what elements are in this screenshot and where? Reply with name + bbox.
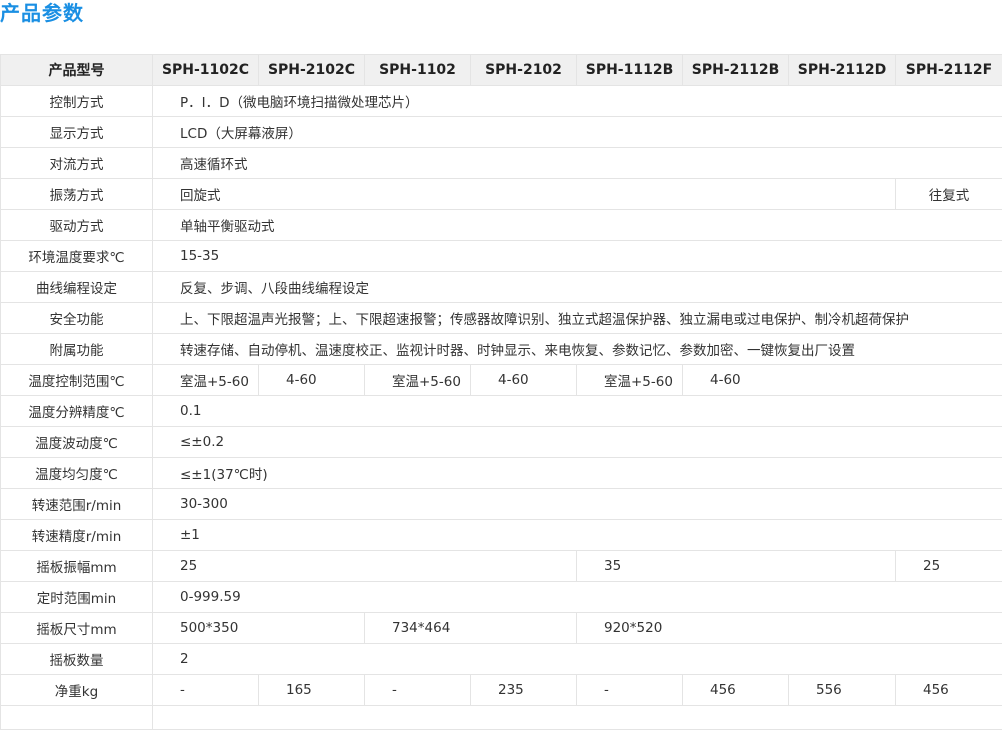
row-value: 25 — [896, 551, 1002, 582]
row-value: 4-60 — [683, 365, 1002, 396]
header-model: SPH-2112D — [789, 55, 896, 86]
page-title: 产品参数 — [0, 0, 84, 26]
table-row: 转速范围r/min 30-300 — [1, 489, 1002, 520]
row-label: 摇板数量 — [1, 644, 153, 675]
row-value: 回旋式 — [153, 179, 896, 210]
header-model: SPH-2102C — [259, 55, 365, 86]
row-value: 单轴平衡驱动式 — [153, 210, 1002, 241]
row-value: ±1 — [153, 520, 1002, 551]
row-value: 15-35 — [153, 241, 1002, 272]
header-model: SPH-2112F — [896, 55, 1002, 86]
row-value: 反复、步调、八段曲线编程设定 — [153, 272, 1002, 303]
row-label: 温度控制范围℃ — [1, 365, 153, 396]
row-value: 室温+5-60 — [365, 365, 471, 396]
row-value: 35 — [577, 551, 896, 582]
header-model: SPH-1102 — [365, 55, 471, 86]
table-row: 温度控制范围℃ 室温+5-60 4-60 室温+5-60 4-60 室温+5-6… — [1, 365, 1002, 396]
row-value: 往复式 — [896, 179, 1002, 210]
table-row: 安全功能 上、下限超温声光报警；上、下限超速报警；传感器故障识别、独立式超温保护… — [1, 303, 1002, 334]
row-value: 235 — [471, 675, 577, 706]
row-value: 转速存储、自动停机、温速度校正、监视计时器、时钟显示、来电恢复、参数记忆、参数加… — [153, 334, 1002, 365]
header-model: SPH-2102 — [471, 55, 577, 86]
row-value: 0.1 — [153, 396, 1002, 427]
header-model: SPH-2112B — [683, 55, 789, 86]
spec-table: 产品型号 SPH-1102C SPH-2102C SPH-1102 SPH-21… — [0, 54, 1002, 730]
row-value: 734*464 — [365, 613, 577, 644]
row-value: 高速循环式 — [153, 148, 1002, 179]
table-row: 摇板数量 2 — [1, 644, 1002, 675]
row-label: 温度分辨精度℃ — [1, 396, 153, 427]
row-value: ≤±1(37℃时) — [153, 458, 1002, 489]
row-value: P．I．D（微电脑环境扫描微处理芯片） — [153, 86, 1002, 117]
row-label: 摇板尺寸mm — [1, 613, 153, 644]
row-label: 定时范围min — [1, 582, 153, 613]
row-value: 室温+5-60 — [577, 365, 683, 396]
row-label: 转速范围r/min — [1, 489, 153, 520]
row-value: 456 — [896, 675, 1002, 706]
row-value: 556 — [789, 675, 896, 706]
row-label — [1, 706, 153, 730]
table-row: 对流方式 高速循环式 — [1, 148, 1002, 179]
row-label: 驱动方式 — [1, 210, 153, 241]
row-value: ≤±0.2 — [153, 427, 1002, 458]
table-row: 附属功能 转速存储、自动停机、温速度校正、监视计时器、时钟显示、来电恢复、参数记… — [1, 334, 1002, 365]
row-value: - — [153, 675, 259, 706]
row-label: 温度均匀度℃ — [1, 458, 153, 489]
row-label: 振荡方式 — [1, 179, 153, 210]
row-label: 温度波动度℃ — [1, 427, 153, 458]
table-header-row: 产品型号 SPH-1102C SPH-2102C SPH-1102 SPH-21… — [1, 55, 1002, 86]
row-label: 转速精度r/min — [1, 520, 153, 551]
table-row: 显示方式 LCD（大屏幕液屏） — [1, 117, 1002, 148]
table-row: 环境温度要求℃ 15-35 — [1, 241, 1002, 272]
row-value: LCD（大屏幕液屏） — [153, 117, 1002, 148]
row-value: 4-60 — [471, 365, 577, 396]
table-row: 温度波动度℃ ≤±0.2 — [1, 427, 1002, 458]
row-label: 环境温度要求℃ — [1, 241, 153, 272]
row-value — [153, 706, 1002, 730]
row-label: 显示方式 — [1, 117, 153, 148]
row-value: - — [365, 675, 471, 706]
row-value: 920*520 — [577, 613, 1002, 644]
row-label: 净重kg — [1, 675, 153, 706]
row-value: 室温+5-60 — [153, 365, 259, 396]
table-row: 摇板振幅mm 25 35 25 — [1, 551, 1002, 582]
table-row: 定时范围min 0-999.59 — [1, 582, 1002, 613]
row-value: 25 — [153, 551, 577, 582]
row-label: 控制方式 — [1, 86, 153, 117]
table-row: 控制方式 P．I．D（微电脑环境扫描微处理芯片） — [1, 86, 1002, 117]
header-model: SPH-1112B — [577, 55, 683, 86]
row-label: 曲线编程设定 — [1, 272, 153, 303]
row-value: 4-60 — [259, 365, 365, 396]
row-value: 2 — [153, 644, 1002, 675]
row-value: 500*350 — [153, 613, 365, 644]
row-label: 安全功能 — [1, 303, 153, 334]
table-row: 曲线编程设定 反复、步调、八段曲线编程设定 — [1, 272, 1002, 303]
header-param: 产品型号 — [1, 55, 153, 86]
row-value: 456 — [683, 675, 789, 706]
header-model: SPH-1102C — [153, 55, 259, 86]
table-row: 温度分辨精度℃ 0.1 — [1, 396, 1002, 427]
table-row: 温度均匀度℃ ≤±1(37℃时) — [1, 458, 1002, 489]
row-value: 0-999.59 — [153, 582, 1002, 613]
table-row: 振荡方式 回旋式 往复式 — [1, 179, 1002, 210]
row-value: 上、下限超温声光报警；上、下限超速报警；传感器故障识别、独立式超温保护器、独立漏… — [153, 303, 1002, 334]
table-row: 净重kg - 165 - 235 - 456 556 456 — [1, 675, 1002, 706]
table-row: 驱动方式 单轴平衡驱动式 — [1, 210, 1002, 241]
row-label: 对流方式 — [1, 148, 153, 179]
row-value: 30-300 — [153, 489, 1002, 520]
row-value: 165 — [259, 675, 365, 706]
table-row: 摇板尺寸mm 500*350 734*464 920*520 — [1, 613, 1002, 644]
table-row: 转速精度r/min ±1 — [1, 520, 1002, 551]
table-row — [1, 706, 1002, 730]
row-label: 附属功能 — [1, 334, 153, 365]
row-value: - — [577, 675, 683, 706]
row-label: 摇板振幅mm — [1, 551, 153, 582]
